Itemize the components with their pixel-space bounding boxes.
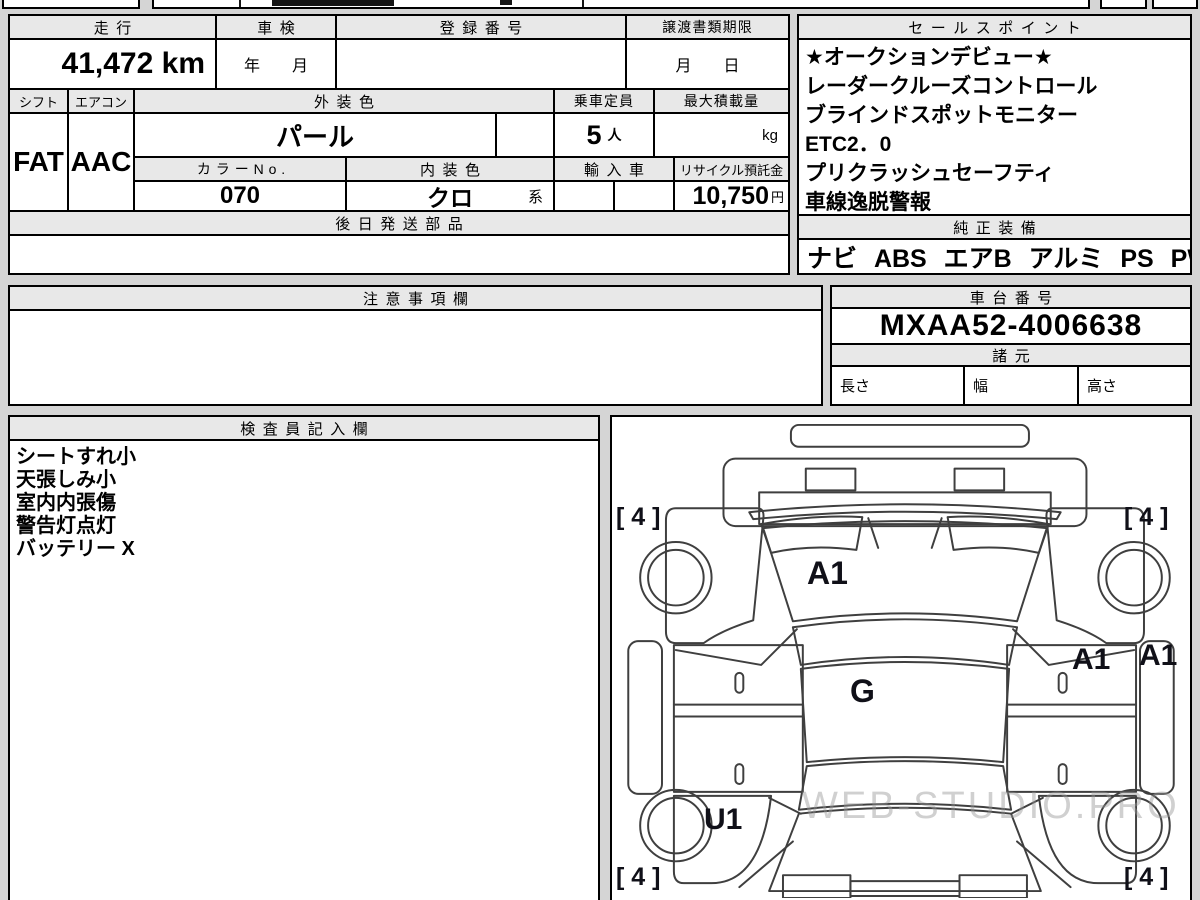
cropped-text-fragment (272, 0, 394, 6)
cropped-cell (1152, 0, 1198, 9)
notes-body (10, 311, 821, 404)
cropped-text-fragment (500, 0, 512, 5)
aircon-value: AAC (69, 114, 135, 212)
max-load-value-cell: kg (655, 114, 788, 158)
inspector-note-line: 室内内張傷 (16, 492, 116, 514)
damage-mark-hood: A1 (807, 555, 848, 591)
tire-depth-rear-right: [ 4 ] (1124, 863, 1169, 891)
chassis-table: 車台番号 MXAA52-4006638 諸元 長さ 幅 高さ (830, 285, 1192, 406)
chassis-number-value: MXAA52-4006638 (832, 309, 1190, 345)
inspector-notes-table: 検査員記入欄 シートすれ小 天張しみ小 室内内張傷 警告灯点灯 バッテリー X (8, 415, 600, 900)
import-car-cell-2 (615, 182, 675, 212)
shift-value: FAT (10, 114, 69, 212)
sales-points-header: セールスポイント (799, 16, 1190, 40)
exterior-color-extra-cell (497, 114, 555, 158)
interior-color-header: 内装色 (347, 158, 555, 182)
cropped-divider (239, 0, 241, 7)
transfer-deadline-value: 月 日 (627, 40, 788, 90)
inspector-note-line: 天張しみ小 (16, 469, 116, 491)
spec-width-label: 幅 (973, 378, 989, 395)
import-car-cell-1 (555, 182, 615, 212)
shift-header: シフト (10, 90, 69, 114)
inspection-value: 年 月 (217, 40, 337, 90)
registration-number-header: 登録番号 (337, 16, 627, 40)
sales-points-body: ★オークションデビュー★ レーダークルーズコントロール ブラインドスポットモニタ… (799, 40, 1190, 216)
recycle-deposit-value: 10,750 (692, 182, 769, 210)
color-no-header: カラーNo. (135, 158, 347, 182)
inspector-note-line: バッテリー X (16, 538, 135, 560)
watermark: WEB-STUDIO.PRO (802, 785, 1180, 827)
inspection-header: 車検 (217, 16, 337, 40)
max-load-unit: kg (762, 126, 778, 144)
interior-color-value-cell: クロ 系 (347, 182, 555, 212)
recycle-deposit-value-cell: 10,750 円 (675, 182, 788, 212)
vehicle-info-table: 走行 車検 登録番号 譲渡書類期限 41,472 km 年 月 月 日 シフト … (8, 14, 790, 275)
specs-header: 諸元 (832, 345, 1190, 367)
capacity-header: 乗車定員 (555, 90, 655, 114)
car-damage-diagram: A1 G A1 A1 U1 [ 4 ] [ 4 ] [ 4 ] [ 4 ] WE… (610, 415, 1192, 900)
exterior-color-header: 外装色 (135, 90, 555, 114)
tire-depth-rear-left: [ 4 ] (616, 863, 661, 891)
sales-point-line: ★オークションデビュー★ (805, 46, 1053, 69)
sales-point-line: 車線逸脱警報 (805, 191, 931, 214)
sales-point-line: プリクラッシュセーフティ (805, 162, 1055, 185)
color-no-value: 070 (135, 182, 347, 212)
notes-table: 注意事項欄 (8, 285, 823, 406)
mileage-header: 走行 (10, 16, 217, 40)
sales-point-line: レーダークルーズコントロール (805, 75, 1098, 98)
inspector-notes-header: 検査員記入欄 (10, 417, 598, 441)
later-parts-header: 後日発送部品 (10, 212, 788, 236)
damage-mark-left-rear: U1 (704, 803, 743, 836)
import-car-header: 輸入車 (555, 158, 675, 182)
spec-width-cell: 幅 (965, 367, 1079, 404)
chassis-number-header: 車台番号 (832, 287, 1190, 309)
factory-equipment-header: 純正装備 (799, 216, 1190, 240)
capacity-value-cell: 5 人 (555, 114, 655, 158)
interior-color-value: クロ (427, 185, 473, 211)
tire-depth-front-right: [ 4 ] (1124, 503, 1169, 531)
interior-color-suffix: 系 (527, 189, 543, 206)
spec-height-label: 高さ (1087, 378, 1118, 395)
aircon-header: エアコン (69, 90, 135, 114)
inspector-note-line: シートすれ小 (16, 446, 136, 468)
auction-sheet: 走行 車検 登録番号 譲渡書類期限 41,472 km 年 月 月 日 シフト … (0, 0, 1200, 900)
inspector-note-line: 警告灯点灯 (16, 515, 116, 537)
tire-depth-front-left: [ 4 ] (616, 503, 661, 531)
cropped-cell (152, 0, 1090, 9)
sales-points-table: セールスポイント ★オークションデビュー★ レーダークルーズコントロール ブライ… (797, 14, 1192, 275)
cropped-cell (1100, 0, 1147, 9)
cropped-divider (582, 0, 584, 7)
damage-mark-windshield: G (850, 673, 875, 709)
mileage-value: 41,472 km (10, 40, 217, 90)
recycle-deposit-unit: 円 (770, 189, 784, 205)
capacity-value: 5 (586, 119, 602, 150)
inspector-notes-body: シートすれ小 天張しみ小 室内内張傷 警告灯点灯 バッテリー X (10, 441, 598, 900)
later-parts-value (10, 236, 788, 273)
factory-equipment-value: ナビ ABS エアB アルミ PS PW (799, 240, 1190, 273)
damage-mark-right-door: A1 (1072, 643, 1111, 676)
exterior-color-value: パール (135, 114, 497, 158)
spec-length-cell: 長さ (832, 367, 965, 404)
spec-length-label: 長さ (840, 378, 871, 395)
recycle-deposit-header: リサイクル預託金 (675, 158, 788, 182)
sales-point-line: ブラインドスポットモニター (805, 104, 1078, 127)
registration-number-value (337, 40, 627, 90)
capacity-unit: 人 (607, 127, 622, 143)
notes-header: 注意事項欄 (10, 287, 821, 311)
transfer-deadline-header: 譲渡書類期限 (627, 16, 788, 40)
cropped-cell (2, 0, 140, 9)
max-load-header: 最大積載量 (655, 90, 788, 114)
spec-height-cell: 高さ (1079, 367, 1190, 404)
sales-point-line: ETC2．0 (805, 133, 892, 156)
damage-mark-right-rocker: A1 (1139, 639, 1178, 672)
